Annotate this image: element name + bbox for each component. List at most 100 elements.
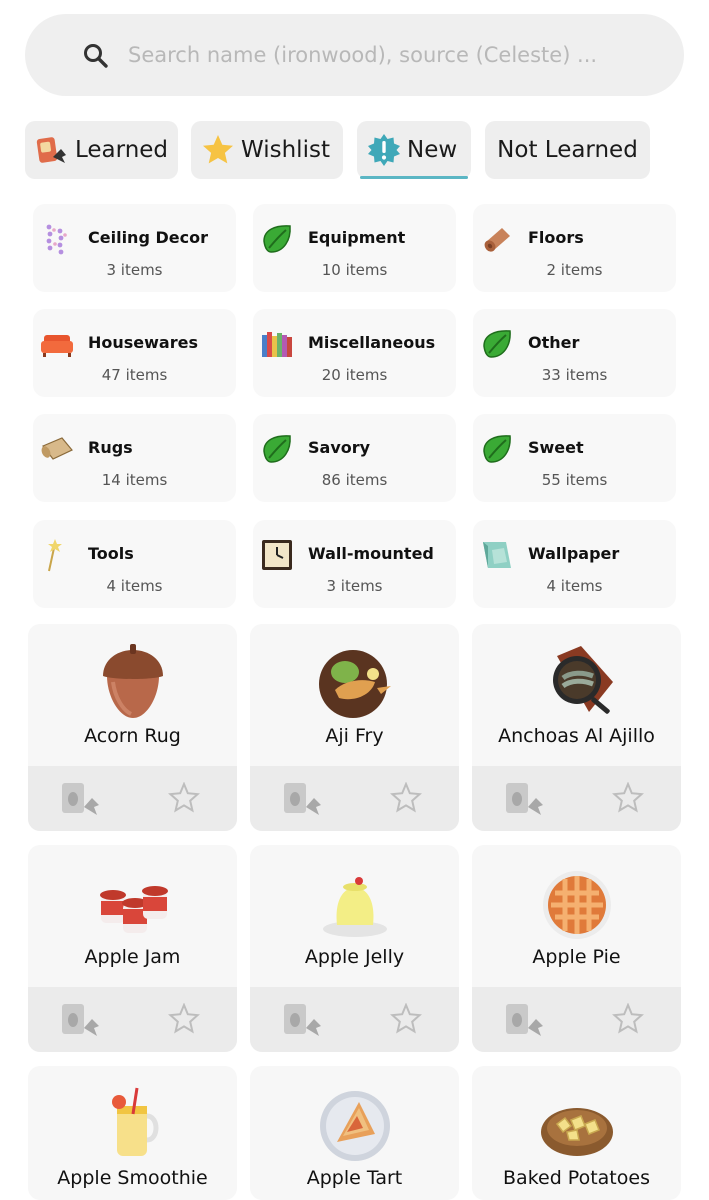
item-actions: [28, 766, 237, 831]
star-icon[interactable]: [168, 782, 200, 814]
anchoas-icon: [552, 646, 613, 714]
sofa-icon: [41, 335, 73, 357]
wand-icon: [48, 539, 62, 572]
category-count: 47 items: [101, 366, 168, 384]
star-icon: [203, 135, 233, 164]
leaf-icon: [483, 435, 511, 463]
learn-recipe-icon[interactable]: [60, 781, 102, 819]
item-name: Apple Smoothie: [57, 1167, 208, 1189]
baked-potatoes-icon: [540, 1108, 613, 1156]
apple-jelly-icon: [322, 877, 387, 937]
item-card[interactable]: Baked Potatoes: [472, 1066, 681, 1200]
category-ceiling-decor[interactable]: Ceiling Decor 3 items: [33, 204, 236, 292]
filter-not-learned[interactable]: Not Learned: [485, 121, 650, 179]
category-count: 86 items: [321, 471, 388, 489]
item-card[interactable]: Anchoas Al Ajillo: [472, 624, 681, 831]
leaf-icon: [263, 435, 291, 463]
category-floors[interactable]: Floors 2 items: [473, 204, 676, 292]
ceiling-decor-icon: [46, 224, 67, 255]
category-name: Rugs: [88, 438, 133, 457]
apple-pie-icon: [542, 871, 611, 939]
item-actions: [472, 987, 681, 1052]
star-icon[interactable]: [168, 1003, 200, 1035]
category-name: Floors: [528, 228, 584, 247]
item-name: Acorn Rug: [84, 725, 181, 747]
item-actions: [250, 766, 459, 831]
category-name: Housewares: [88, 333, 198, 352]
learn-recipe-icon[interactable]: [282, 1002, 324, 1040]
category-count: 14 items: [101, 471, 168, 489]
category-count: 3 items: [326, 577, 383, 595]
apple-tart-icon: [319, 1091, 390, 1161]
item-card[interactable]: Acorn Rug: [28, 624, 237, 831]
learn-recipe-icon[interactable]: [504, 781, 546, 819]
category-sweet[interactable]: Sweet 55 items: [473, 414, 676, 502]
star-icon[interactable]: [612, 782, 644, 814]
filter-learned-label: Learned: [75, 137, 169, 163]
floor-roll-icon: [484, 228, 510, 252]
search-icon: [84, 44, 108, 68]
rug-icon: [41, 437, 73, 460]
item-card[interactable]: Apple Jelly: [250, 845, 459, 1052]
item-card[interactable]: Apple Pie: [472, 845, 681, 1052]
apple-smoothie-icon: [111, 1087, 158, 1156]
item-card[interactable]: Aji Fry: [250, 624, 459, 831]
filter-wishlist[interactable]: Wishlist: [191, 121, 343, 179]
category-name: Savory: [308, 438, 371, 457]
acorn-icon: [102, 644, 163, 718]
category-tools[interactable]: Tools 4 items: [33, 520, 236, 608]
item-name: Apple Jelly: [304, 946, 405, 968]
category-equipment[interactable]: Equipment 10 items: [253, 204, 456, 292]
category-name: Sweet: [528, 438, 584, 457]
star-icon[interactable]: [390, 1003, 422, 1035]
star-icon[interactable]: [612, 1003, 644, 1035]
leaf-icon: [483, 330, 511, 358]
books-icon: [262, 332, 292, 357]
category-count: 55 items: [541, 471, 608, 489]
category-housewares[interactable]: Housewares 47 items: [33, 309, 236, 397]
category-wallpaper[interactable]: Wallpaper 4 items: [473, 520, 676, 608]
learn-recipe-icon[interactable]: [282, 781, 324, 819]
item-actions: [28, 987, 237, 1052]
item-card[interactable]: Apple Jam: [28, 845, 237, 1052]
search-bar[interactable]: [25, 14, 684, 96]
new-badge-icon: [368, 134, 400, 166]
category-count: 20 items: [321, 366, 388, 384]
category-count: 3 items: [106, 261, 163, 279]
aji-fry-icon: [318, 650, 391, 718]
learn-recipe-icon[interactable]: [60, 1002, 102, 1040]
learn-recipe-icon[interactable]: [504, 1002, 546, 1040]
filter-wishlist-label: Wishlist: [241, 137, 330, 163]
filter-new[interactable]: New: [357, 121, 471, 179]
category-count: 33 items: [541, 366, 608, 384]
category-count: 10 items: [321, 261, 388, 279]
category-name: Miscellaneous: [308, 333, 436, 352]
item-name: Aji Fry: [325, 725, 384, 747]
category-count: 4 items: [546, 577, 603, 595]
category-name: Other: [528, 333, 580, 352]
category-wall-mounted[interactable]: Wall-mounted 3 items: [253, 520, 456, 608]
star-icon[interactable]: [390, 782, 422, 814]
category-count: 4 items: [106, 577, 163, 595]
item-name: Apple Pie: [532, 946, 621, 968]
item-actions: [472, 766, 681, 831]
search-input[interactable]: [128, 34, 658, 76]
item-actions: [250, 987, 459, 1052]
category-other[interactable]: Other 33 items: [473, 309, 676, 397]
filter-new-label: New: [407, 137, 458, 163]
category-miscellaneous[interactable]: Miscellaneous 20 items: [253, 309, 456, 397]
category-name: Wall-mounted: [308, 544, 434, 563]
item-name: Apple Tart: [306, 1167, 403, 1189]
item-name: Anchoas Al Ajillo: [498, 725, 655, 747]
item-card[interactable]: Apple Tart: [250, 1066, 459, 1200]
item-name: Apple Jam: [84, 946, 181, 968]
category-savory[interactable]: Savory 86 items: [253, 414, 456, 502]
filter-learned[interactable]: Learned: [25, 121, 178, 179]
apple-jam-icon: [99, 886, 168, 933]
category-name: Wallpaper: [528, 544, 620, 563]
recipe-card-icon: [36, 137, 66, 163]
wallpaper-icon: [483, 542, 511, 568]
item-card[interactable]: Apple Smoothie: [28, 1066, 237, 1200]
clock-icon: [262, 540, 292, 570]
category-rugs[interactable]: Rugs 14 items: [33, 414, 236, 502]
